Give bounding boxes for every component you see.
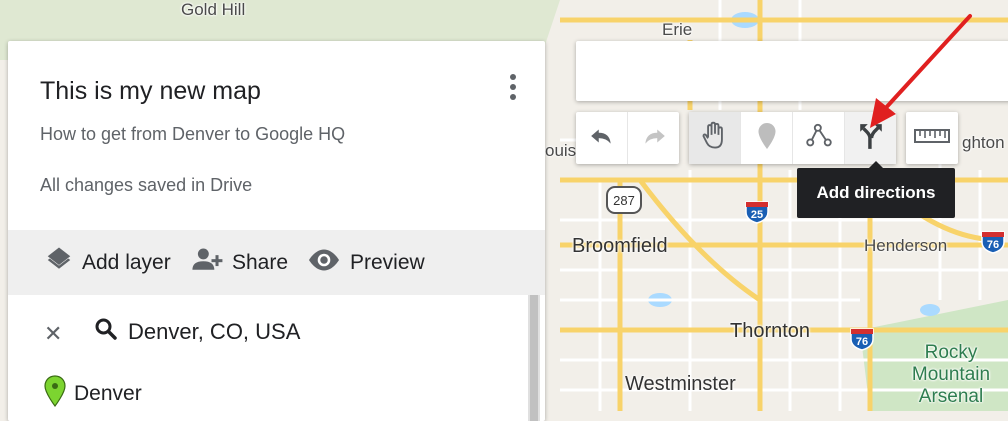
interstate-76-shield: 76 xyxy=(980,228,1006,259)
panel-scrollbar[interactable] xyxy=(528,295,540,421)
shield-label: 76 xyxy=(987,239,999,251)
draw-line-icon xyxy=(805,122,833,155)
place-henderson: Henderson xyxy=(864,236,948,255)
share-label: Share xyxy=(232,250,289,274)
tooltip-add-directions: Add directions xyxy=(797,161,955,218)
select-items-button[interactable] xyxy=(689,112,741,164)
map-description[interactable]: How to get from Denver to Google HQ xyxy=(40,124,345,145)
place-rocky-mountain-arsenal: Rocky Mountain Arsenal xyxy=(911,342,991,407)
share-button[interactable]: Share xyxy=(190,230,288,295)
history-group xyxy=(576,112,679,164)
undo-icon xyxy=(589,125,615,152)
layer-search-title[interactable]: Denver, CO, USA xyxy=(94,317,300,346)
place-erie: Erie xyxy=(662,20,693,39)
map-title[interactable]: This is my new map xyxy=(40,77,261,106)
place-list-item[interactable]: Denver xyxy=(44,375,142,412)
add-layer-button[interactable]: Add layer xyxy=(44,230,171,295)
place-partial-left: ouis xyxy=(545,141,577,160)
eye-icon xyxy=(306,245,342,280)
preview-label: Preview xyxy=(350,250,425,274)
place-partial-right: ghton xyxy=(962,133,1005,152)
us-highway-287-shield: 287 xyxy=(606,186,642,219)
add-person-icon xyxy=(190,245,224,280)
close-icon[interactable]: ✕ xyxy=(44,321,62,347)
search-result-layer: ✕ Denver, CO, USA Denver xyxy=(8,295,545,421)
interstate-25-shield: 25 xyxy=(744,198,770,229)
place-name: Denver xyxy=(74,381,142,405)
redo-button[interactable] xyxy=(628,112,679,164)
annotation-arrow xyxy=(870,14,972,128)
layer-search-text: Denver, CO, USA xyxy=(128,318,301,344)
redo-icon xyxy=(641,125,667,152)
draw-line-button[interactable] xyxy=(793,112,845,164)
place-gold-hill: Gold Hill xyxy=(181,0,246,19)
shield-label: 76 xyxy=(856,336,868,348)
shield-label: 25 xyxy=(751,209,763,221)
layers-icon xyxy=(44,245,74,280)
undo-button[interactable] xyxy=(576,112,628,164)
map-details-panel: This is my new map How to get from Denve… xyxy=(8,41,545,421)
preview-button[interactable]: Preview xyxy=(306,230,425,295)
add-marker-button[interactable] xyxy=(741,112,793,164)
search-icon xyxy=(94,317,118,346)
marker-icon xyxy=(757,122,777,155)
place-broomfield: Broomfield xyxy=(572,235,668,257)
add-layer-label: Add layer xyxy=(82,250,171,274)
shield-label: 287 xyxy=(613,193,635,208)
place-thornton: Thornton xyxy=(730,320,811,342)
place-westminster: Westminster xyxy=(625,373,736,395)
panel-action-bar: Add layer Share Preview xyxy=(8,230,545,295)
interstate-76-shield-2: 76 xyxy=(849,325,875,356)
more-options-icon[interactable] xyxy=(506,71,520,105)
save-status: All changes saved in Drive xyxy=(40,175,253,195)
map-pin-icon xyxy=(44,375,66,412)
hand-icon xyxy=(701,121,729,156)
